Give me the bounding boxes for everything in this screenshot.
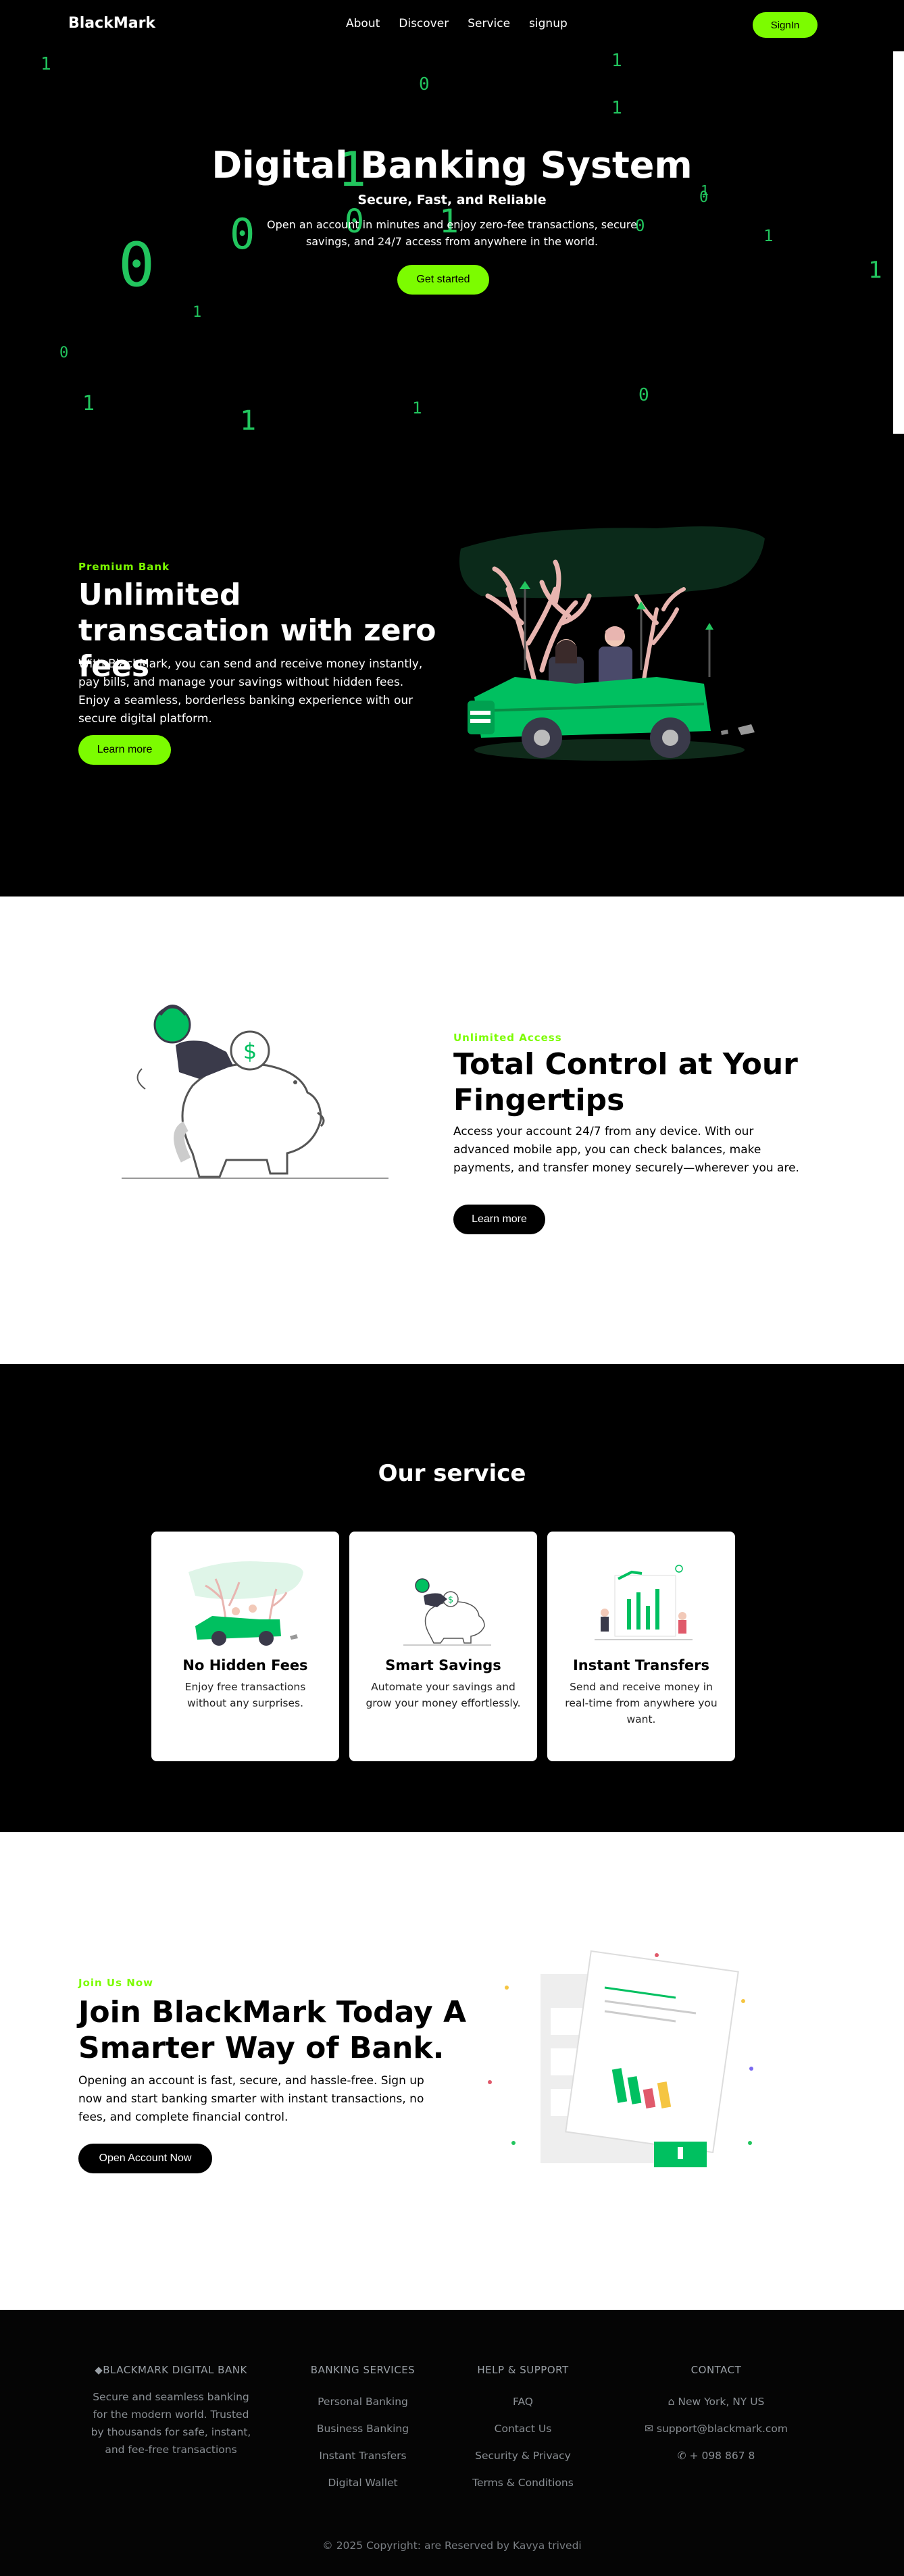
nav-links: About Discover Service signup: [346, 17, 568, 30]
nav-link-about[interactable]: About: [346, 17, 380, 30]
card-title-instant-transfers: Instant Transfers: [572, 1657, 709, 1673]
jeep-thumbnail: [189, 1561, 303, 1646]
piggy-bank-illustration: $: [122, 1005, 388, 1179]
binary-digit: 1: [82, 392, 95, 415]
footer-link-business-banking[interactable]: Business Banking: [295, 2415, 430, 2442]
footer-help-heading: HELP & SUPPORT: [477, 2364, 569, 2376]
binary-digit: 1: [193, 304, 202, 321]
total-control-description: Access your account 24/7 from any device…: [453, 1125, 799, 1175]
signin-button[interactable]: SignIn: [753, 12, 818, 38]
footer-brand-heading: ◆BLACKMARK DIGITAL BANK: [86, 2364, 255, 2376]
services-section: Our service No Hidden Fees Enjoy free tr…: [0, 1364, 904, 1832]
binary-digit: 1: [868, 257, 882, 284]
svg-text:$: $: [243, 1038, 257, 1064]
binary-digit: 0: [118, 230, 155, 301]
document-chart-illustration: [488, 1950, 753, 2167]
brand-logo[interactable]: BlackMark: [68, 15, 155, 32]
binary-digit: 0: [419, 74, 430, 95]
jeep-illustration: [459, 526, 765, 761]
card-title-smart-savings: Smart Savings: [385, 1657, 501, 1673]
join-section: Join Us Now Join BlackMark Today A Smart…: [0, 1832, 904, 2310]
join-eyebrow: Join Us Now: [78, 1977, 153, 1989]
top-navbar: BlackMark About Discover Service signup …: [0, 0, 904, 51]
footer-email-text: support@blackmark.com: [656, 2423, 788, 2435]
phone-icon: ✆: [677, 2450, 690, 2462]
binary-digit: 0: [59, 345, 69, 361]
envelope-icon: ✉: [644, 2423, 657, 2435]
chart-thumbnail: [595, 1565, 693, 1640]
binary-digit: 1: [41, 54, 51, 74]
service-card-instant-transfers[interactable]: Instant Transfers Send and receive money…: [547, 1532, 735, 1761]
learn-more-button[interactable]: Learn more: [78, 735, 171, 765]
card-title-no-hidden-fees: No Hidden Fees: [182, 1657, 308, 1673]
footer-link-contact-us[interactable]: Contact Us: [455, 2415, 591, 2442]
hero-section: 1011011001011010101101 Digital Banking S…: [0, 0, 904, 434]
footer-phone[interactable]: ✆ + 098 867 8: [622, 2442, 811, 2469]
total-control-title: Total Control at Your Fingertips: [453, 1047, 798, 1117]
footer-contact-heading: CONTACT: [690, 2364, 742, 2376]
get-started-button[interactable]: Get started: [397, 265, 489, 295]
footer-brand-description: Secure and seamless banking for the mode…: [91, 2391, 251, 2456]
piggy-thumbnail: $: [403, 1578, 491, 1646]
total-control-section: $ Unlimited Access Total Control at Your…: [0, 896, 904, 1364]
card-desc-no-hidden-fees: Enjoy free transactions without any surp…: [184, 1681, 306, 1709]
footer-brand-heading-text: BLACKMARK DIGITAL BANK: [103, 2364, 247, 2376]
footer-contact-column: CONTACT ⌂ New York, NY US ✉ support@blac…: [622, 2364, 811, 2469]
footer-email[interactable]: ✉ support@blackmark.com: [622, 2415, 811, 2442]
footer-link-terms[interactable]: Terms & Conditions: [455, 2469, 591, 2496]
footer-banking-column: BANKING SERVICES Personal Banking Busine…: [295, 2364, 430, 2496]
learn-more-button-2[interactable]: Learn more: [453, 1205, 545, 1234]
nav-link-signup[interactable]: signup: [529, 17, 568, 30]
premium-bank-eyebrow: Premium Bank: [78, 561, 170, 573]
hero-scrollbar-track: [893, 51, 904, 434]
nav-link-service[interactable]: Service: [468, 17, 510, 30]
binary-digit: 1: [412, 399, 422, 418]
footer-banking-heading: BANKING SERVICES: [310, 2364, 416, 2376]
services-title: Our service: [378, 1460, 526, 1487]
binary-digit: 1: [611, 51, 622, 71]
unlimited-access-eyebrow: Unlimited Access: [453, 1032, 562, 1044]
diamond-icon: ◆: [95, 2364, 103, 2376]
service-card-smart-savings[interactable]: $ Smart Savings Automate your savings an…: [349, 1532, 537, 1761]
service-card-no-hidden-fees[interactable]: No Hidden Fees Enjoy free transactions w…: [151, 1532, 339, 1761]
footer-link-faq[interactable]: FAQ: [455, 2388, 591, 2415]
hero-description: Open an account in minutes and enjoy zer…: [267, 218, 637, 248]
card-desc-instant-transfers: Send and receive money in real-time from…: [565, 1681, 718, 1725]
binary-digit: 0: [230, 209, 255, 259]
footer-link-security-privacy[interactable]: Security & Privacy: [455, 2442, 591, 2469]
binary-digit: 0: [638, 385, 649, 405]
footer-brand-column: ◆BLACKMARK DIGITAL BANK Secure and seaml…: [86, 2364, 255, 2458]
footer-link-digital-wallet[interactable]: Digital Wallet: [295, 2469, 430, 2496]
home-icon: ⌂: [668, 2396, 678, 2408]
footer-link-instant-transfers[interactable]: Instant Transfers: [295, 2442, 430, 2469]
footer-address-text: New York, NY US: [678, 2396, 765, 2408]
footer-phone-text: + 098 867 8: [689, 2450, 755, 2462]
binary-digit: 1: [611, 98, 622, 118]
footer-link-personal-banking[interactable]: Personal Banking: [295, 2388, 430, 2415]
nav-link-discover[interactable]: Discover: [399, 17, 449, 30]
join-description: Opening an account is fast, secure, and …: [78, 2074, 424, 2124]
join-title: Join BlackMark Today A Smarter Way of Ba…: [78, 1995, 467, 2065]
open-account-button[interactable]: Open Account Now: [78, 2144, 212, 2173]
footer: ◆BLACKMARK DIGITAL BANK Secure and seaml…: [0, 2310, 904, 2576]
binary-digit: 1: [763, 226, 774, 245]
copyright: © 2025 Copyright: are Reserved by Kavya …: [322, 2540, 582, 2552]
footer-help-column: HELP & SUPPORT FAQ Contact Us Security &…: [455, 2364, 591, 2496]
card-desc-smart-savings: Automate your savings and grow your mone…: [366, 1681, 521, 1709]
footer-address: ⌂ New York, NY US: [622, 2388, 811, 2415]
binary-digit: 1: [240, 405, 257, 434]
unlimited-transaction-section: Premium Bank Unlimited transcation with …: [0, 434, 904, 896]
hero-title: Digital Banking System: [211, 144, 693, 186]
hero-subtitle: Secure, Fast, and Reliable: [357, 193, 547, 207]
svg-text:$: $: [448, 1595, 453, 1605]
unlimited-description: With BlackMark, you can send and receive…: [78, 657, 423, 726]
